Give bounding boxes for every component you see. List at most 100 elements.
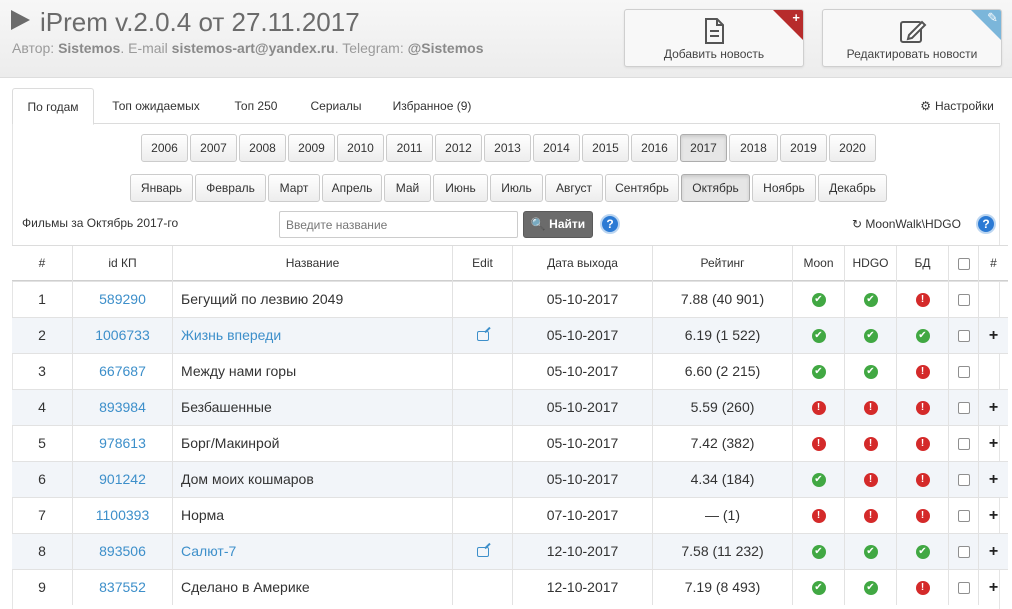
month-button[interactable]: Май <box>384 174 431 202</box>
edit-icon[interactable] <box>476 331 489 342</box>
add-cell: + <box>978 498 1008 533</box>
year-button[interactable]: 2011 <box>386 134 433 162</box>
rating: 6.19 (1 522) <box>652 318 792 353</box>
year-button[interactable]: 2019 <box>780 134 827 162</box>
add-plus-icon[interactable]: + <box>989 471 998 488</box>
pencil-icon: ✎ <box>987 10 998 25</box>
search-input[interactable] <box>279 211 518 238</box>
hdgo-status-cell: ✔ <box>844 282 896 317</box>
year-button[interactable]: 2015 <box>582 134 629 162</box>
add-plus-icon[interactable]: + <box>989 579 998 596</box>
edit-news-button[interactable]: ✎ Редактировать новости <box>822 9 1002 67</box>
row-checkbox[interactable] <box>957 294 970 307</box>
add-news-button[interactable]: + Добавить новость <box>624 9 804 67</box>
year-button[interactable]: 2018 <box>729 134 778 162</box>
moonwalk-hdgo-link[interactable]: ↻ MoonWalk\HDGO <box>852 217 961 231</box>
row-checkbox[interactable] <box>957 330 970 343</box>
kinopoisk-id-link[interactable]: 1100393 <box>72 498 172 533</box>
refresh-icon: ↻ <box>852 217 863 231</box>
row-checkbox[interactable] <box>957 582 970 595</box>
kinopoisk-id-link[interactable]: 837552 <box>72 570 172 605</box>
kinopoisk-id-link[interactable]: 1006733 <box>72 318 172 353</box>
year-button[interactable]: 2016 <box>631 134 678 162</box>
tab-series[interactable]: Сериалы <box>300 88 372 124</box>
edit-icon[interactable] <box>476 547 489 558</box>
col-select-header[interactable] <box>948 246 978 281</box>
db-status-cell: ! <box>896 498 948 533</box>
row-checkbox[interactable] <box>957 510 970 523</box>
tab-favorites[interactable]: Избранное (9) <box>384 88 480 124</box>
release-date: 05-10-2017 <box>512 282 652 317</box>
month-button[interactable]: Апрель <box>322 174 382 202</box>
row-checkbox[interactable] <box>957 402 970 415</box>
year-button[interactable]: 2009 <box>288 134 335 162</box>
tab-top-250[interactable]: Топ 250 <box>224 88 288 124</box>
tab-top-expected[interactable]: Топ ожидаемых <box>98 88 214 124</box>
month-button[interactable]: Июнь <box>433 174 488 202</box>
film-title[interactable]: Жизнь впереди <box>172 318 452 353</box>
tab-by-years[interactable]: По годам <box>12 88 94 125</box>
month-button[interactable]: Август <box>545 174 603 202</box>
add-plus-icon[interactable]: + <box>989 507 998 524</box>
add-plus-icon[interactable]: + <box>989 435 998 452</box>
moon-status-cell: ✔ <box>792 534 844 569</box>
tab-settings[interactable]: ⚙ Настройки <box>914 88 1000 124</box>
year-button[interactable]: 2008 <box>239 134 286 162</box>
add-plus-icon[interactable]: + <box>989 327 998 344</box>
year-button-selected[interactable]: 2017 <box>680 134 727 162</box>
source-link-label: MoonWalk\HDGO <box>865 217 961 231</box>
edit-cell <box>452 426 512 461</box>
add-plus-icon[interactable]: + <box>989 399 998 416</box>
check-circle-icon: ✔ <box>863 545 878 560</box>
app-header: iPrem v.2.0.4 от 27.11.2017 Автор: Siste… <box>0 0 1012 78</box>
film-title: Сделано в Америке <box>172 570 452 605</box>
month-button[interactable]: Январь <box>130 174 193 202</box>
exclamation-circle-icon: ! <box>915 437 930 452</box>
month-button[interactable]: Ноябрь <box>752 174 816 202</box>
exclamation-circle-icon: ! <box>863 473 878 488</box>
kinopoisk-id-link[interactable]: 978613 <box>72 426 172 461</box>
exclamation-circle-icon: ! <box>915 581 930 596</box>
tab-bar: По годам Топ ожидаемых Топ 250 Сериалы И… <box>12 88 1000 125</box>
film-title: Борг/Макинрой <box>172 426 452 461</box>
year-button[interactable]: 2010 <box>337 134 384 162</box>
month-button[interactable]: Июль <box>490 174 543 202</box>
year-button[interactable]: 2006 <box>141 134 188 162</box>
film-title[interactable]: Салют-7 <box>172 534 452 569</box>
kinopoisk-id-link[interactable]: 901242 <box>72 462 172 497</box>
add-plus-icon[interactable]: + <box>989 543 998 560</box>
month-button-selected[interactable]: Октябрь <box>681 174 750 202</box>
edit-cell <box>452 570 512 605</box>
release-date: 05-10-2017 <box>512 462 652 497</box>
table-row: 3 667687 Между нами горы 05-10-2017 6.60 (2 … <box>12 353 1008 389</box>
year-button[interactable]: 2020 <box>829 134 876 162</box>
kinopoisk-id-link[interactable]: 667687 <box>72 354 172 389</box>
rating: 5.59 (260) <box>652 390 792 425</box>
month-button[interactable]: Декабрь <box>818 174 887 202</box>
moon-status-cell: ! <box>792 498 844 533</box>
row-number: 9 <box>38 579 46 595</box>
row-checkbox[interactable] <box>957 366 970 379</box>
question-icon[interactable]: ? <box>976 214 996 234</box>
year-button[interactable]: 2014 <box>533 134 580 162</box>
col-moon-header: Moon <box>792 246 844 281</box>
row-checkbox[interactable] <box>957 546 970 559</box>
db-status-cell: ! <box>896 426 948 461</box>
kinopoisk-id-link[interactable]: 893984 <box>72 390 172 425</box>
kinopoisk-id-link[interactable]: 589290 <box>72 282 172 317</box>
select-all-checkbox[interactable] <box>957 257 970 270</box>
row-checkbox[interactable] <box>957 438 970 451</box>
year-button[interactable]: 2012 <box>435 134 482 162</box>
release-date: 12-10-2017 <box>512 534 652 569</box>
row-checkbox[interactable] <box>957 474 970 487</box>
month-button[interactable]: Март <box>268 174 320 202</box>
search-button[interactable]: 🔍 Найти <box>523 211 593 238</box>
month-button[interactable]: Февраль <box>195 174 266 202</box>
year-button[interactable]: 2007 <box>190 134 237 162</box>
question-icon[interactable]: ? <box>600 214 620 234</box>
check-circle-icon: ✔ <box>915 329 930 344</box>
year-button[interactable]: 2013 <box>484 134 531 162</box>
db-status-cell: ✔ <box>896 534 948 569</box>
kinopoisk-id-link[interactable]: 893506 <box>72 534 172 569</box>
month-button[interactable]: Сентябрь <box>605 174 679 202</box>
